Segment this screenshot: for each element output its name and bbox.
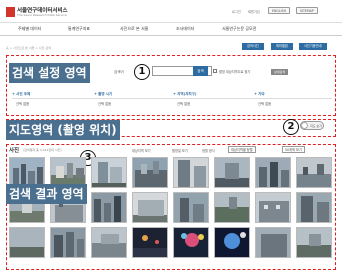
photo-thumbnail[interactable] [132,227,168,258]
sitemap-button[interactable]: SITEMAP [296,7,318,14]
search-zone-label: 검색 설정 영역 [9,63,90,83]
nav-item-statistics[interactable]: 통계연구지표 [68,26,90,32]
map-toggle-label: 지도 보기 [310,123,322,128]
sort-method-label: 정렬 방식 [202,149,215,153]
photo-thumbnail[interactable] [255,157,291,188]
english-button[interactable]: ENGLISH [268,7,291,14]
area-search-label: 촬영 대상지역으로 찾기 [219,70,251,74]
results-title: 사진 [9,148,20,154]
photo-thumbnail[interactable] [296,227,332,258]
filter-district-value: 선택 없음 [177,102,191,106]
sort-select[interactable]: 대상지역별 정렬 [228,146,256,153]
sort-by-area[interactable]: 대상지역 보기 [132,148,151,153]
marker-1: 1 [134,64,150,80]
marker-2: 2 [283,119,299,135]
nav-item-photo-seoul[interactable]: 사진으로 본 서울 [120,26,148,32]
login-link[interactable]: 로그인 [232,9,241,14]
area-search-checkbox[interactable] [213,69,217,73]
photo-thumbnail[interactable] [214,227,250,258]
search-button[interactable]: 검색 [193,66,208,76]
logo-icon[interactable] [6,7,15,17]
sort-by-date[interactable]: 촬영일 보기 [172,148,188,153]
photo-thumbnail[interactable] [50,227,86,258]
photo-thumbnail[interactable] [9,227,45,258]
map-toggle-knob [301,122,308,129]
filter-etc-value: 선택 없음 [258,102,272,106]
filter-subject-title[interactable]: + 사진 주제 [12,92,30,97]
nav-item-survey-data[interactable]: 조사데이터 [176,26,194,32]
keyword-label: 검색어 [114,70,124,74]
results-zone-label: 검색 결과 영역 [6,184,87,204]
tab-theme-album[interactable]: 테마앨범 [271,43,293,50]
photo-thumbnail[interactable] [91,192,127,223]
signup-link[interactable]: 회원가입 [248,9,260,14]
photo-thumbnail[interactable] [255,227,291,258]
filter-divider [12,98,332,99]
main-navigation [0,22,342,36]
breadcrumb: 홈 > 사진으로 본 서울 > 사진 검색 [6,46,51,50]
filter-subject-value: 선택 없음 [16,102,30,106]
filter-date-title[interactable]: + 촬영 시기 [94,92,112,97]
filter-date-value: 선택 없음 [98,102,112,106]
advanced-search-button[interactable]: 상세검색 [271,69,289,75]
filter-district-title[interactable]: + 지역(자치구) [173,92,196,97]
photo-thumbnail[interactable] [91,227,127,258]
nav-item-contest[interactable]: 서울연구논문 공모전 [222,26,256,32]
map-zone-label: 지도영역 (촬영 위치) [6,120,120,140]
photo-thumbnail[interactable] [91,157,127,188]
photo-thumbnail[interactable] [132,157,168,188]
site-subtitle: The Seoul Research Data Service [17,13,67,17]
per-page-select[interactable]: 50개씩 보기 [282,146,305,153]
photo-thumbnail[interactable] [132,192,168,223]
photo-thumbnail[interactable] [214,192,250,223]
photo-thumbnail[interactable] [173,192,209,223]
tab-search-photo[interactable]: 검색사진 [242,43,264,50]
photo-thumbnail[interactable] [296,192,332,223]
filter-etc-title[interactable]: + 기타 [254,92,265,97]
results-count: (검색결과 총 3,412장의 사진) [23,148,62,152]
photo-thumbnail[interactable] [214,157,250,188]
photo-thumbnail[interactable] [296,157,332,188]
photo-thumbnail[interactable] [255,192,291,223]
photo-thumbnail[interactable] [173,227,209,258]
photo-thumbnail[interactable] [173,157,209,188]
nav-item-subject-data[interactable]: 주제별 데이터 [18,26,41,32]
tab-donation-guide[interactable]: 사진기증안내 [299,43,327,50]
